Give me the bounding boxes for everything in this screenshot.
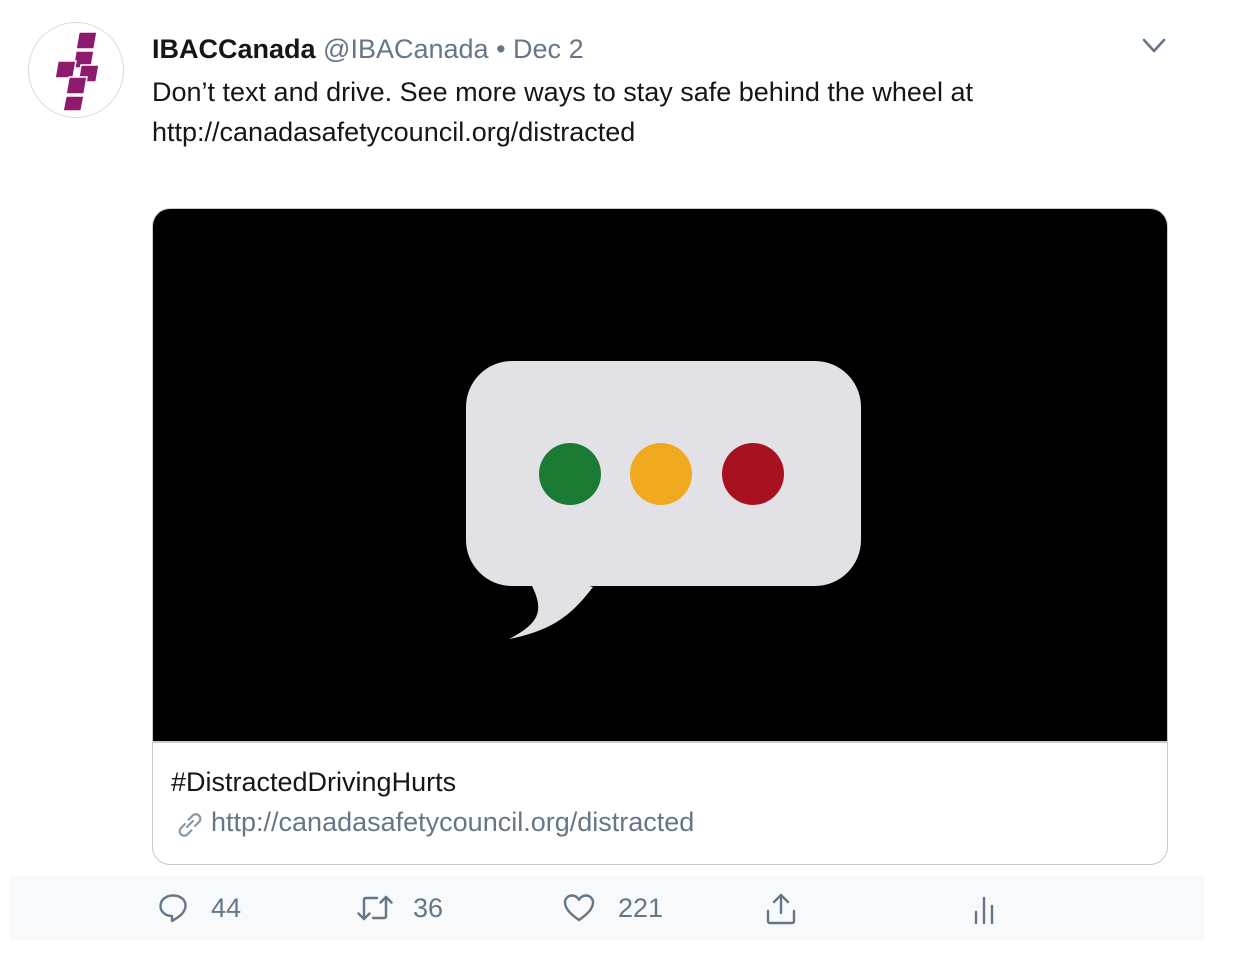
chevron-down-icon [1142, 38, 1166, 53]
action-bar: 44 36 221 [10, 876, 1204, 940]
link-card[interactable]: #DistractedDrivingHurts http://canadasaf… [152, 208, 1168, 865]
chat-bubble-illustration [466, 361, 861, 639]
author-name[interactable]: IBACCanada [152, 34, 316, 64]
typing-dot-green [539, 443, 601, 505]
tweet-date[interactable]: Dec 2 [513, 34, 584, 64]
tweet-text: Don’t text and drive. See more ways to s… [152, 72, 1152, 152]
like-count: 221 [618, 893, 664, 923]
tweet: IBACCanada @IBACanada • Dec 2 Don’t text… [0, 0, 1258, 966]
tweet-text-line: Don’t text and drive. See more ways to s… [152, 77, 973, 107]
card-divider [153, 741, 1167, 743]
card-title[interactable]: #DistractedDrivingHurts [171, 765, 456, 799]
typing-dot-red [722, 443, 784, 505]
share-icon [766, 893, 796, 925]
header-separator: • [496, 34, 506, 64]
card-image [153, 209, 1167, 742]
tweet-header: IBACCanada @IBACanada • Dec 2 [152, 32, 584, 66]
reply-icon [159, 894, 187, 923]
link-icon [178, 813, 202, 837]
card-link-text[interactable]: http://canadasafetycouncil.org/distracte… [211, 805, 694, 839]
heart-icon [563, 894, 595, 922]
analytics-icon [974, 896, 994, 925]
retweet-icon [357, 895, 393, 921]
avatar[interactable] [28, 22, 124, 118]
tweet-text-link[interactable]: http://canadasafetycouncil.org/distracte… [152, 112, 1152, 152]
author-handle[interactable]: @IBACanada [323, 34, 489, 64]
typing-dot-yellow [630, 443, 692, 505]
retweet-count: 36 [413, 893, 444, 923]
reply-count: 44 [211, 893, 242, 923]
ibac-logo-icon [54, 31, 100, 112]
tweet-menu-button[interactable] [1140, 36, 1168, 56]
